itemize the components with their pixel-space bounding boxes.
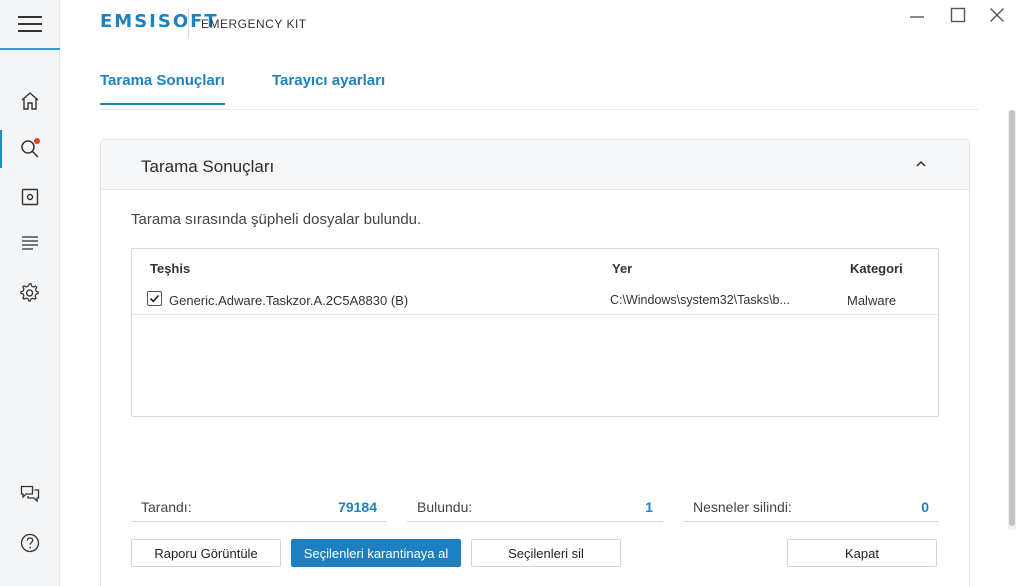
sidebar-item-scan[interactable]: [0, 126, 60, 172]
sidebar-item-feedback[interactable]: [0, 471, 60, 517]
chat-icon: [20, 485, 40, 503]
sidebar-item-help[interactable]: [0, 520, 60, 566]
close-icon: [990, 8, 1004, 22]
found-label: Bulundu:: [417, 499, 473, 515]
scanned-value: 79184: [338, 499, 377, 515]
minimize-button[interactable]: [906, 4, 928, 26]
column-header-location[interactable]: Yer: [612, 261, 632, 276]
minimize-icon: [910, 16, 924, 18]
view-report-button[interactable]: Raporu Görüntüle: [131, 539, 281, 567]
menu-button[interactable]: [0, 0, 60, 50]
home-icon: [21, 92, 39, 110]
found-value: 1: [645, 499, 653, 515]
sidebar-item-quarantine[interactable]: [0, 174, 60, 220]
product-name: EMERGENCY KIT: [201, 17, 307, 31]
quarantine-icon: [21, 188, 39, 206]
table-row[interactable]: Generic.Adware.Taskzor.A.2C5A8830 (B) C:…: [132, 285, 938, 315]
column-header-category[interactable]: Kategori: [850, 261, 903, 276]
sidebar: [0, 0, 60, 586]
chevron-up-icon[interactable]: [913, 156, 929, 172]
sidebar-item-home[interactable]: [0, 78, 60, 124]
settings-icon: [20, 283, 39, 302]
maximize-button[interactable]: [947, 4, 969, 26]
panel-header[interactable]: Tarama Sonuçları: [101, 140, 969, 190]
hamburger-icon: [18, 16, 42, 32]
scrollbar[interactable]: [1008, 110, 1016, 530]
quarantine-selected-button[interactable]: Seçilenleri karantinaya al: [291, 539, 461, 567]
maximize-icon: [950, 7, 966, 23]
deleted-value: 0: [921, 499, 929, 515]
deleted-label: Nesneler silindi:: [693, 499, 792, 515]
scan-message: Tarama sırasında şüpheli dosyalar bulund…: [131, 211, 422, 228]
sidebar-item-logs[interactable]: [0, 220, 60, 266]
panel-title: Tarama Sonuçları: [141, 157, 275, 176]
checkmark-icon: [149, 294, 160, 303]
detection-category: Malware: [847, 293, 897, 308]
stat-deleted: Nesneler silindi: 0: [683, 493, 939, 522]
results-table: Teşhis Yer Kategori Generic.Adware.Taskz…: [131, 248, 939, 417]
detection-location: C:\Windows\system32\Tasks\b...: [610, 293, 790, 307]
scan-results-panel: Tarama Sonuçları Tarama sırasında şüphel…: [100, 139, 970, 586]
stat-found: Bulundu: 1: [407, 493, 663, 522]
tab-bar: Tarama Sonuçları Tarayıcı ayarları: [100, 50, 978, 110]
close-window-button[interactable]: [986, 4, 1008, 26]
logs-icon: [22, 236, 38, 250]
stat-scanned: Tarandı: 79184: [131, 493, 387, 522]
title-bar: EMSISOFT EMERGENCY KIT: [60, 0, 1016, 50]
row-checkbox[interactable]: [147, 291, 162, 306]
notification-dot: [34, 138, 40, 144]
logo-divider: [188, 8, 189, 38]
delete-selected-button[interactable]: Seçilenleri sil: [471, 539, 621, 567]
scrollbar-thumb[interactable]: [1009, 110, 1015, 526]
detection-name: Generic.Adware.Taskzor.A.2C5A8830 (B): [169, 293, 409, 308]
column-header-detection[interactable]: Teşhis: [150, 261, 190, 276]
sidebar-item-settings[interactable]: [0, 270, 60, 316]
scanned-label: Tarandı:: [141, 499, 192, 515]
help-icon: [20, 533, 40, 553]
close-button[interactable]: Kapat: [787, 539, 937, 567]
tab-scan-results[interactable]: Tarama Sonuçları: [100, 72, 225, 105]
tab-scanner-settings[interactable]: Tarayıcı ayarları: [272, 72, 385, 89]
